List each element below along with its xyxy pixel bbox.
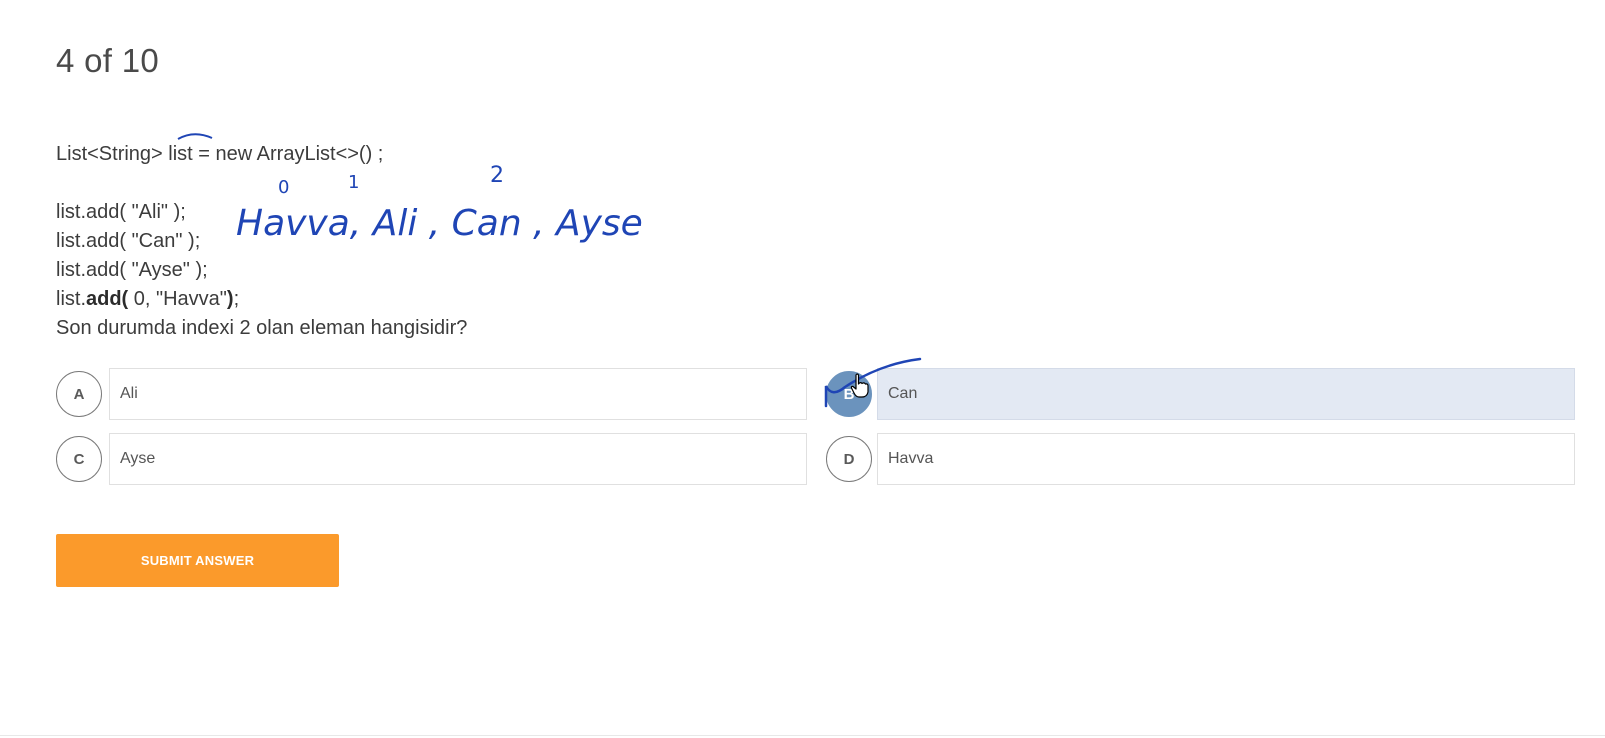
- option-c-box[interactable]: Ayse: [109, 433, 807, 485]
- code-line-4: list.add( "Ayse" );: [56, 259, 208, 281]
- code-line-5-args: 0, "Havva": [128, 288, 227, 310]
- option-c-letter[interactable]: C: [56, 436, 102, 482]
- code-line-5-method: add(: [86, 288, 129, 310]
- code-line-5-suffix: ;: [233, 288, 240, 310]
- option-d-letter[interactable]: D: [826, 436, 872, 482]
- submit-answer-button[interactable]: SUBMIT ANSWER: [56, 534, 339, 587]
- option-d-box[interactable]: Havva: [877, 433, 1575, 485]
- code-line-5: list.add( 0, "Havva");: [56, 285, 467, 314]
- underline-stroke: [177, 133, 213, 140]
- question-prompt: Son durumda indexi 2 olan eleman hangisi…: [56, 317, 468, 339]
- question-progress: 4 of 10: [56, 42, 160, 79]
- code-line-5-prefix: list.: [56, 288, 86, 310]
- code-line-1: List<String> list = new ArrayList<>() ;: [56, 143, 384, 165]
- option-a-box[interactable]: Ali: [109, 368, 807, 420]
- option-a-letter[interactable]: A: [56, 371, 102, 417]
- option-b-box[interactable]: Can: [877, 368, 1575, 420]
- bottom-divider: [0, 735, 1605, 736]
- code-line-2: list.add( "Ali" );: [56, 201, 186, 223]
- hand-cursor-icon: [850, 373, 869, 398]
- question-text: List<String> list = new ArrayList<>() ; …: [56, 140, 467, 343]
- code-line-3: list.add( "Can" );: [56, 230, 201, 252]
- index-2-label: 2: [490, 163, 504, 188]
- code-line-5-close: ): [226, 288, 234, 310]
- quiz-page: 4 of 10 List<String> list = new ArrayLis…: [0, 0, 1605, 738]
